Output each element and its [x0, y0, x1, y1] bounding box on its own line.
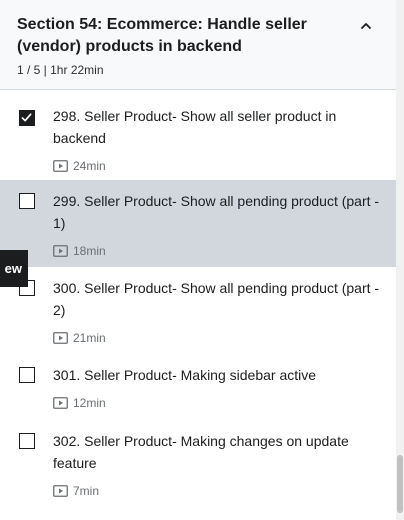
- video-icon: [53, 397, 68, 409]
- lecture-item[interactable]: 301. Seller Product- Making sidebar acti…: [0, 354, 396, 420]
- lecture-title: 299. Seller Product- Show all pending pr…: [53, 193, 380, 231]
- section-header[interactable]: Section 54: Ecommerce: Handle seller (ve…: [0, 0, 396, 90]
- lecture-checkbox[interactable]: [19, 110, 35, 126]
- lecture-checkbox[interactable]: [19, 367, 35, 383]
- lecture-title: 298. Seller Product- Show all seller pro…: [53, 108, 337, 146]
- lecture-list: 298. Seller Product- Show all seller pro…: [0, 96, 396, 507]
- lecture-duration: 18min: [53, 244, 106, 258]
- chevron-up-icon: [361, 23, 371, 29]
- scrollbar-track[interactable]: [396, 0, 404, 520]
- video-icon: [53, 160, 68, 172]
- lecture-duration: 21min: [53, 331, 106, 345]
- lecture-duration: 7min: [53, 484, 99, 498]
- lecture-item[interactable]: 302. Seller Product- Making changes on u…: [0, 420, 396, 507]
- duration-label: 18min: [73, 244, 106, 258]
- lecture-checkbox[interactable]: [19, 193, 35, 209]
- lecture-title: 302. Seller Product- Making changes on u…: [53, 433, 349, 471]
- section-title: Section 54: Ecommerce: Handle seller (ve…: [17, 16, 307, 55]
- check-icon: [21, 113, 32, 122]
- collapse-section-button[interactable]: [354, 14, 378, 38]
- lecture-checkbox[interactable]: [19, 433, 35, 449]
- duration-label: 12min: [73, 396, 106, 410]
- lecture-title: 300. Seller Product- Show all pending pr…: [53, 280, 380, 318]
- overview-tab[interactable]: ew: [0, 250, 28, 287]
- scrollbar-thumb[interactable]: [397, 455, 403, 513]
- duration-label: 21min: [73, 331, 106, 345]
- video-icon: [53, 245, 68, 257]
- duration-label: 24min: [73, 159, 106, 173]
- lecture-title: 301. Seller Product- Making sidebar acti…: [53, 367, 317, 383]
- video-icon: [53, 485, 68, 497]
- lecture-duration: 24min: [53, 159, 106, 173]
- section-meta: 1 / 5 | 1hr 22min: [17, 63, 104, 77]
- lecture-item[interactable]: 300. Seller Product- Show all pending pr…: [0, 267, 396, 354]
- duration-label: 7min: [73, 484, 100, 498]
- lecture-duration: 12min: [53, 396, 106, 410]
- lecture-item[interactable]: 298. Seller Product- Show all seller pro…: [0, 96, 396, 180]
- video-icon: [53, 332, 68, 344]
- lecture-item[interactable]: 299. Seller Product- Show all pending pr…: [0, 180, 396, 267]
